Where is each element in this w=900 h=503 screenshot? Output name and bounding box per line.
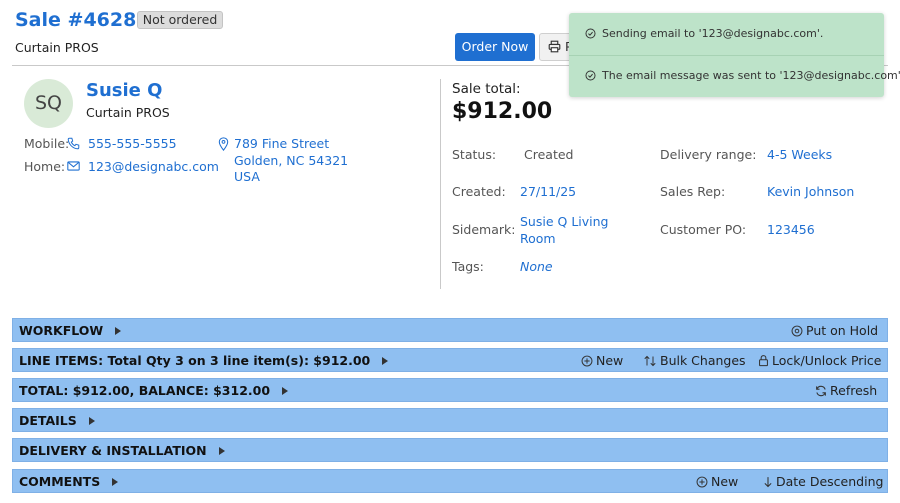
- lock-icon: [759, 355, 768, 367]
- bulk-changes-button[interactable]: Bulk Changes: [643, 353, 746, 368]
- toast-message: The email message was sent to '123@desig…: [585, 69, 900, 82]
- sale-total-label: Sale total:: [452, 81, 521, 97]
- order-now-button[interactable]: Order Now: [455, 33, 535, 61]
- expand-triangle-icon: [115, 327, 122, 335]
- home-label: Home:: [24, 159, 66, 174]
- refresh-button[interactable]: Refresh: [815, 383, 877, 398]
- sort-date-descending-button[interactable]: Date Descending: [763, 474, 883, 489]
- printer-icon: [548, 40, 561, 53]
- arrow-down-icon: [764, 477, 772, 488]
- lock-unlock-price-button[interactable]: Lock/Unlock Price: [758, 353, 882, 368]
- customer-po-label: Customer PO:: [660, 222, 747, 237]
- delivery-range-link[interactable]: 4-5 Weeks: [767, 147, 832, 162]
- pause-circle-icon: [791, 325, 803, 337]
- sales-rep-label: Sales Rep:: [660, 184, 726, 199]
- address-line-2: Golden, NC 54321: [234, 152, 349, 168]
- section-details[interactable]: DETAILS: [12, 408, 888, 432]
- address-line-3: USA: [234, 169, 260, 184]
- section-line-items[interactable]: LINE ITEMS: Total Qty 3 on 3 line item(s…: [12, 348, 888, 372]
- toast-divider: [569, 55, 884, 56]
- expand-triangle-icon: [88, 417, 95, 425]
- section-workflow[interactable]: WORKFLOW Put on Hold: [12, 318, 888, 342]
- sale-title: Sale #4628: [15, 9, 137, 31]
- section-workflow-title: WORKFLOW: [19, 323, 122, 338]
- panel-divider: [440, 79, 441, 289]
- customer-po-link[interactable]: 123456: [767, 222, 815, 237]
- section-total-title: TOTAL: $912.00, BALANCE: $312.00: [19, 383, 289, 398]
- avatar: SQ: [24, 79, 73, 128]
- mail-icon: [67, 161, 80, 171]
- put-on-hold-button[interactable]: Put on Hold: [791, 323, 878, 338]
- toast-notifications: Sending email to '123@designabc.com'. Th…: [569, 13, 900, 97]
- expand-triangle-icon: [218, 447, 225, 455]
- sale-company: Curtain PROS: [15, 40, 99, 55]
- address-link[interactable]: 789 Fine Street Golden, NC 54321 USA: [234, 136, 348, 186]
- tags-label: Tags:: [452, 259, 484, 274]
- delivery-range-label: Delivery range:: [660, 147, 757, 162]
- customer-company: Curtain PROS: [86, 105, 170, 120]
- sales-rep-link[interactable]: Kevin Johnson: [767, 184, 854, 199]
- plus-circle-icon: [581, 355, 593, 367]
- mobile-phone-link[interactable]: 555-555-5555: [88, 136, 177, 151]
- section-delivery-title: DELIVERY & INSTALLATION: [19, 443, 225, 458]
- status-label: Status:: [452, 147, 497, 162]
- expand-triangle-icon: [282, 387, 289, 395]
- sidemark-link[interactable]: Susie Q Living Room: [520, 214, 620, 247]
- section-line-items-title: LINE ITEMS: Total Qty 3 on 3 line item(s…: [19, 353, 389, 368]
- section-total[interactable]: TOTAL: $912.00, BALANCE: $312.00 Refresh: [12, 378, 888, 402]
- location-pin-icon: [218, 137, 229, 151]
- section-comments-title: COMMENTS: [19, 474, 119, 489]
- mobile-label: Mobile:: [24, 136, 70, 151]
- refresh-icon: [816, 385, 826, 397]
- created-label: Created:: [452, 184, 506, 199]
- section-delivery-installation[interactable]: DELIVERY & INSTALLATION: [12, 438, 888, 462]
- section-comments[interactable]: COMMENTS New Date Descending: [12, 469, 888, 493]
- email-link[interactable]: 123@designabc.com: [88, 159, 219, 174]
- toast-message: Sending email to '123@designabc.com'.: [585, 27, 823, 40]
- comments-new-button[interactable]: New: [696, 474, 738, 489]
- sale-total-value: $912.00: [452, 99, 553, 124]
- expand-triangle-icon: [112, 478, 119, 486]
- check-circle-icon: [585, 70, 596, 81]
- order-status-badge: Not ordered: [137, 11, 223, 29]
- tags-link[interactable]: None: [520, 259, 553, 274]
- plus-circle-icon: [696, 476, 708, 488]
- line-items-new-button[interactable]: New: [581, 353, 623, 368]
- created-date-link[interactable]: 27/11/25: [520, 184, 576, 199]
- sidemark-label: Sidemark:: [452, 222, 516, 237]
- customer-name-link[interactable]: Susie Q: [86, 80, 162, 101]
- phone-icon: [67, 137, 80, 150]
- check-circle-icon: [585, 28, 596, 39]
- section-details-title: DETAILS: [19, 413, 95, 428]
- status-value: Created: [524, 147, 574, 162]
- address-line-1: 789 Fine Street: [234, 136, 330, 151]
- expand-triangle-icon: [382, 357, 389, 365]
- swap-arrows-icon: [644, 355, 656, 367]
